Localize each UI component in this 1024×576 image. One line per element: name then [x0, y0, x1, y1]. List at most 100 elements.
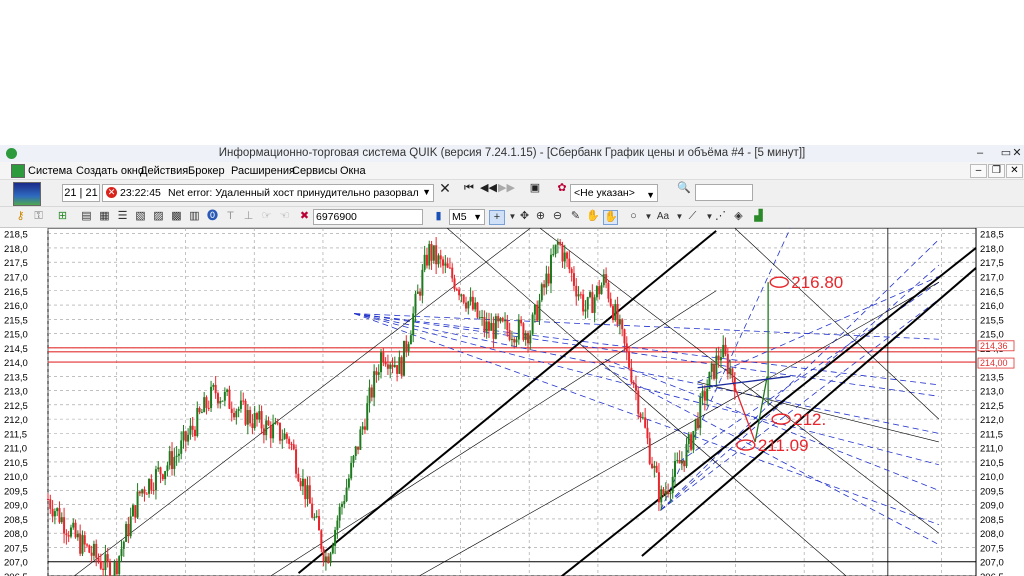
candle-body [600, 285, 603, 295]
search-input[interactable] [695, 184, 753, 201]
first-record-icon[interactable]: ⏮ [462, 180, 476, 196]
candle-body [180, 440, 183, 454]
message-dropdown[interactable]: ✕ 23:22:45 Net error: Удаленный хост при… [102, 184, 434, 202]
main-toolbar: 21 | 21 ✕ 23:22:45 Net error: Удаленный … [0, 180, 1024, 207]
crosshair-tool-icon[interactable]: + [489, 210, 505, 225]
stop-orders-icon[interactable]: ▨ [152, 210, 165, 223]
limits-icon[interactable]: ▥ [188, 210, 201, 223]
minimize-button[interactable]: – [967, 145, 993, 162]
chart-type-icon[interactable]: ▮ [432, 210, 445, 223]
mdi-close-button[interactable]: ✕ [1006, 164, 1023, 178]
line-tool-icon[interactable]: ⟋ [686, 210, 699, 223]
palette-icon[interactable]: ✿ [555, 180, 569, 196]
deals-icon[interactable]: ▧ [134, 210, 147, 223]
label-tool-icon[interactable]: ⊥ [242, 210, 255, 223]
candle-body [274, 422, 277, 424]
table-icon[interactable]: ▤ [80, 210, 93, 223]
candle-body [72, 522, 75, 528]
zoom-out-icon[interactable]: ⊖ [551, 210, 564, 223]
candle-body [605, 274, 608, 283]
hand-tool-icon[interactable]: ☞ [260, 210, 273, 223]
ruler-icon[interactable]: ✎ [569, 210, 582, 223]
candle-body [384, 362, 387, 365]
menu-actions[interactable]: Действия [140, 165, 188, 177]
connection-status-icon[interactable] [13, 182, 41, 206]
instrument-code-input[interactable]: 6976900 [313, 209, 423, 225]
candle-body [430, 244, 433, 261]
candle-body [510, 338, 513, 340]
candle-body [223, 391, 226, 401]
interval-select[interactable]: M5 ▼ [449, 209, 485, 225]
candle-body [131, 505, 134, 517]
y-tick-label-right: 218,0 [980, 244, 1004, 255]
pan-icon[interactable]: ✋ [586, 210, 600, 223]
target-circle [736, 439, 756, 451]
next-record-icon[interactable]: ▶▶ [498, 180, 515, 196]
candle-body [641, 417, 644, 419]
circle-tool-icon[interactable]: ○ [627, 210, 640, 223]
candle-body [655, 465, 658, 473]
candle-body [125, 523, 128, 542]
select-hand-icon[interactable]: ✋ [603, 210, 618, 225]
candle-body [572, 273, 575, 286]
menu-create-window[interactable]: Создать окно [76, 165, 144, 177]
candle-body [393, 365, 396, 367]
candle-body [120, 548, 123, 557]
trend-line-thin [539, 227, 940, 534]
candle-body [191, 425, 194, 430]
menu-broker[interactable]: Брокер [188, 165, 225, 177]
layers-icon[interactable]: ◈ [732, 210, 745, 223]
fan-tool-icon[interactable]: ⋰ [714, 210, 727, 223]
menu-windows[interactable]: Окна [340, 165, 366, 177]
candle-body [504, 320, 507, 322]
candle-body [465, 302, 468, 309]
account-combo[interactable]: <Не указан> ▼ [570, 184, 658, 202]
print-icon[interactable]: ▣ [527, 180, 543, 196]
close-button[interactable]: ✕ [1010, 145, 1024, 162]
quik-window: Информационно-торговая система QUIK (вер… [0, 145, 1024, 576]
cursor-tool-icon[interactable]: ☜ [278, 210, 291, 223]
search-icon[interactable]: 🔍 [677, 180, 691, 196]
message-text: Net error: Удаленный хост принудительно … [168, 187, 418, 199]
fan-line [604, 367, 940, 545]
quotes-icon[interactable]: ▦ [98, 210, 111, 223]
system-menu-icon[interactable] [11, 164, 25, 178]
instrument-icon[interactable]: ✖ [298, 210, 311, 223]
candle-body [520, 319, 523, 324]
y-tick-label-right: 213,5 [980, 372, 1004, 383]
key-icon[interactable]: ⚷ [14, 210, 27, 223]
price-chart[interactable]: 218,5 218,5 218,0 218,0 217,5 217,5 217,0 217,0… [0, 227, 1024, 576]
text-tool-icon[interactable]: T [224, 210, 237, 223]
positions-icon[interactable]: ▩ [170, 210, 183, 223]
text-style-button[interactable]: Aa [654, 210, 672, 223]
menu-extensions[interactable]: Расширения [231, 165, 295, 177]
mdi-minimize-button[interactable]: – [970, 164, 987, 178]
candle-body [731, 368, 734, 378]
alert-icon[interactable]: ⓿ [206, 210, 219, 223]
mdi-restore-button[interactable]: ❐ [988, 164, 1005, 178]
chart-canvas[interactable]: 218,5 218,5 218,0 218,0 217,5 217,5 217,0 217,0… [0, 227, 1024, 576]
menu-services[interactable]: Сервисы [292, 165, 338, 177]
candle-body [272, 423, 275, 439]
indicators-icon[interactable]: ▟ [752, 210, 765, 223]
add-window-icon[interactable]: ⊞ [56, 210, 69, 223]
close-message-icon[interactable]: ✕ [437, 180, 453, 196]
candle-body [458, 289, 461, 296]
move-tool-icon[interactable]: ✥ [518, 210, 531, 223]
candle-body [533, 304, 536, 315]
previous-record-icon[interactable]: ◀◀ [480, 180, 497, 196]
candle-body [469, 296, 472, 302]
chevron-down-icon[interactable]: ▼ [673, 210, 686, 223]
candle-body [536, 304, 539, 321]
candle-body [382, 352, 385, 363]
candle-body [513, 338, 516, 343]
orders-icon[interactable]: ☰ [116, 210, 129, 223]
chevron-down-icon: ▼ [646, 190, 655, 200]
zoom-in-icon[interactable]: ⊕ [534, 210, 547, 223]
candle-body [226, 389, 229, 392]
price-tag-label: 214,00 [980, 358, 1008, 368]
candle-body [352, 455, 355, 463]
candle-body [724, 344, 727, 355]
lock-icon[interactable]: ⚿ [32, 210, 45, 223]
menu-system[interactable]: Система [28, 165, 72, 177]
